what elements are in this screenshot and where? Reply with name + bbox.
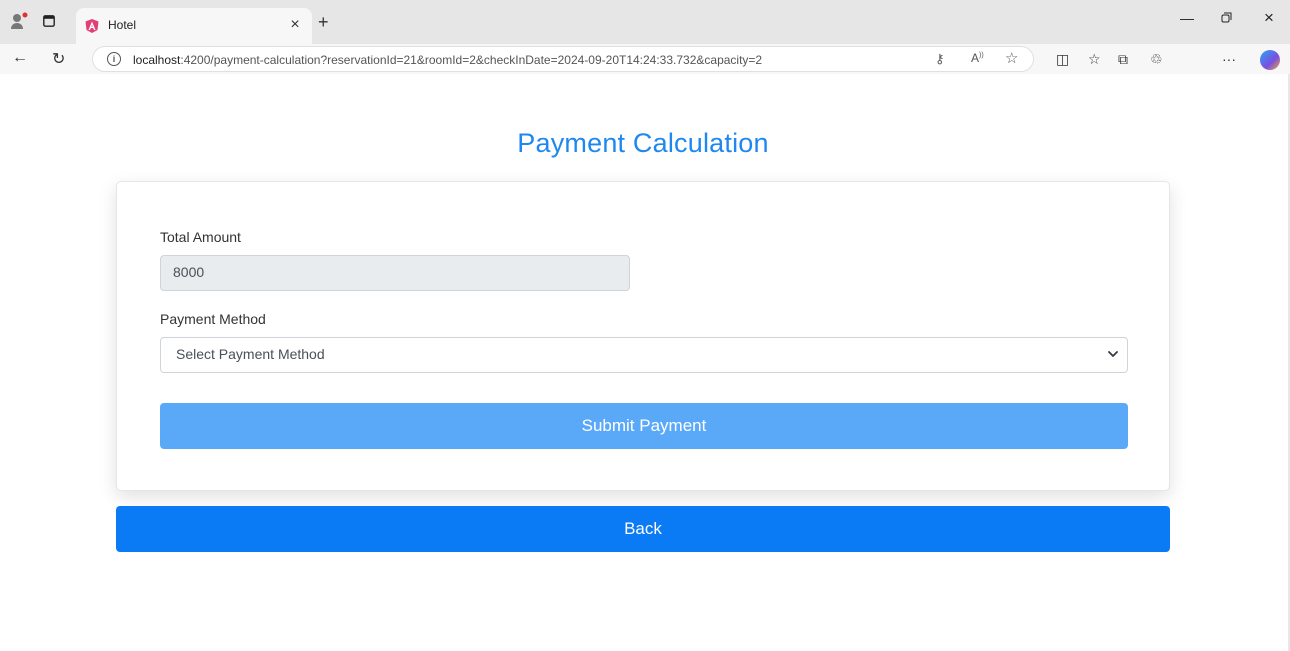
close-window-icon[interactable]: ×: [1264, 8, 1274, 28]
browser-toolbar: ← ↻ i localhost:4200/payment-calculation…: [0, 44, 1290, 74]
collections-icon[interactable]: ⧉: [1118, 51, 1128, 68]
payment-method-select[interactable]: Select Payment Method: [160, 337, 1128, 373]
angular-favicon: [84, 18, 100, 34]
key-icon[interactable]: ⚷: [935, 51, 945, 67]
more-icon[interactable]: ···: [1222, 51, 1236, 67]
minimize-icon[interactable]: —: [1180, 10, 1194, 26]
back-arrow-icon[interactable]: ←: [12, 49, 28, 67]
read-aloud-icon[interactable]: A)): [971, 51, 984, 65]
page-content: Payment Calculation Total Amount 8000 Pa…: [0, 74, 1290, 651]
browser-tab-bar: Hotel × + — ×: [0, 0, 1290, 44]
back-button[interactable]: Back: [116, 506, 1170, 552]
chevron-down-icon: [1108, 351, 1118, 357]
plus-icon[interactable]: +: [318, 12, 329, 33]
payment-method-label: Payment Method: [160, 311, 266, 327]
star-icon[interactable]: ☆: [1005, 49, 1018, 67]
tab-title: Hotel: [108, 18, 137, 32]
page-title: Payment Calculation: [517, 128, 769, 158]
address-bar[interactable]: i localhost:4200/payment-calculation?res…: [92, 46, 1034, 72]
split-screen-icon[interactable]: ◫: [1056, 51, 1069, 68]
total-amount-label: Total Amount: [160, 229, 241, 245]
total-amount-field: 8000: [160, 255, 630, 291]
refresh-icon[interactable]: ↻: [52, 49, 65, 69]
extensions-icon[interactable]: ♲: [1150, 51, 1163, 68]
tab-actions-icon[interactable]: [42, 14, 56, 28]
url-text: localhost:4200/payment-calculation?reser…: [133, 53, 763, 67]
payment-card: Total Amount 8000 Payment Method Select …: [116, 181, 1170, 491]
site-info-icon[interactable]: i: [107, 52, 121, 66]
copilot-icon[interactable]: [1260, 50, 1280, 70]
close-icon[interactable]: ×: [286, 16, 304, 34]
tab-hotel[interactable]: Hotel ×: [76, 8, 312, 44]
submit-payment-button[interactable]: Submit Payment: [160, 403, 1128, 449]
favorites-icon[interactable]: ☆: [1088, 51, 1101, 68]
payment-method-value: Select Payment Method: [176, 346, 325, 362]
restore-icon[interactable]: [1221, 10, 1232, 26]
profile-icon[interactable]: [10, 12, 28, 30]
